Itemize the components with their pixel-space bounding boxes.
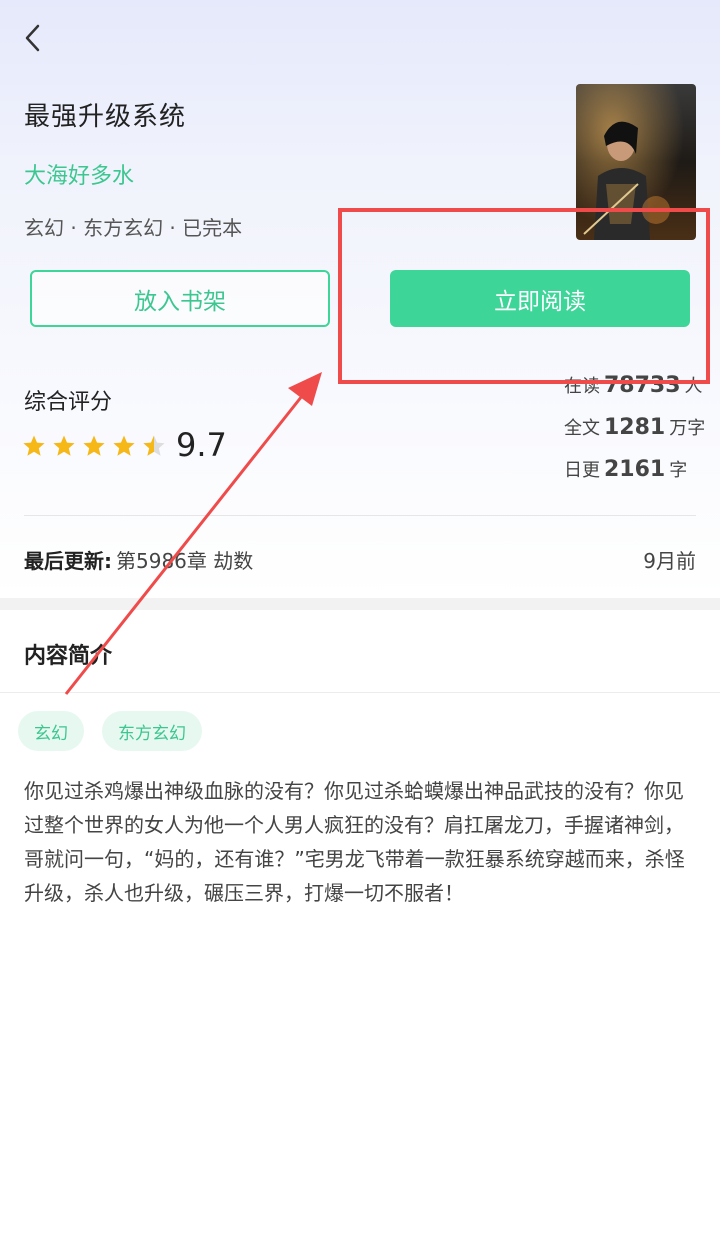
star-rating <box>22 434 166 462</box>
stat-word-count: 全文 1281 万字 <box>564 414 705 440</box>
intro-text: 你见过杀鸡爆出神级血脉的没有？你见过杀蛤蟆爆出神品武技的没有？你见过整个世界的女… <box>24 779 685 905</box>
tag-chip[interactable]: 东方玄幻 <box>102 711 202 751</box>
back-button[interactable] <box>18 20 54 56</box>
tag-chip[interactable]: 玄幻 <box>18 711 84 751</box>
half-star-icon <box>143 435 165 456</box>
book-meta: 玄幻 · 东方玄幻 · 已完本 <box>24 216 243 240</box>
star-icon <box>113 435 135 456</box>
star-icon <box>83 435 105 456</box>
add-to-shelf-button[interactable]: 放入书架 <box>30 270 330 327</box>
stat-label: 日更 <box>564 460 600 481</box>
star-icon <box>53 435 75 456</box>
divider <box>0 692 720 693</box>
star-icon <box>23 435 45 456</box>
section-separator <box>0 598 720 610</box>
annotation-box <box>338 208 710 384</box>
update-chapter: 第5986章 劫数 <box>116 549 254 573</box>
rating-score: 9.7 <box>176 426 227 464</box>
stat-value: 1281 <box>604 415 666 440</box>
stat-value: 2161 <box>604 457 666 482</box>
stat-daily-update: 日更 2161 字 <box>564 456 687 482</box>
stat-label: 全文 <box>564 418 600 439</box>
update-time: 9月前 <box>643 549 696 573</box>
divider <box>24 515 696 516</box>
latest-update-row[interactable]: 最后更新: 第5986章 劫数 <box>24 545 253 574</box>
intro-title: 内容简介 <box>24 644 113 669</box>
stat-unit: 万字 <box>669 418 706 439</box>
update-label: 最后更新: <box>24 549 112 573</box>
tag-list: 玄幻 东方玄幻 <box>18 711 202 751</box>
stat-unit: 字 <box>669 460 688 481</box>
author-link[interactable]: 大海好多水 <box>24 158 134 190</box>
chevron-left-icon <box>25 24 40 52</box>
rating-label: 综合评分 <box>24 390 113 415</box>
book-title: 最强升级系统 <box>24 102 187 132</box>
